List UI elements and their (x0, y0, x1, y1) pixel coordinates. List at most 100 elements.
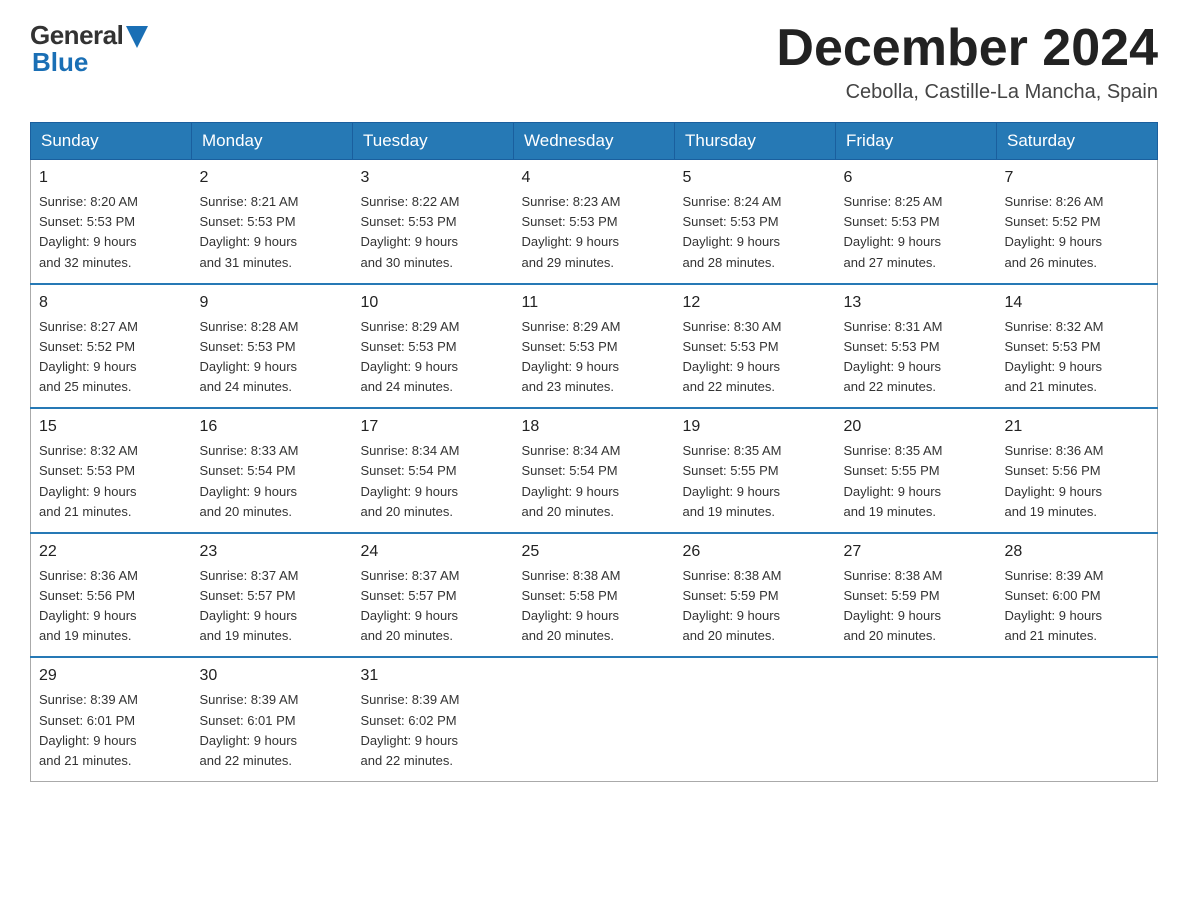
day-info: Sunrise: 8:38 AMSunset: 5:59 PMDaylight:… (844, 566, 989, 647)
day-number: 28 (1005, 540, 1150, 564)
day-number: 7 (1005, 166, 1150, 190)
day-info: Sunrise: 8:35 AMSunset: 5:55 PMDaylight:… (683, 441, 828, 522)
col-header-thursday: Thursday (675, 123, 836, 160)
day-info: Sunrise: 8:36 AMSunset: 5:56 PMDaylight:… (1005, 441, 1150, 522)
calendar-cell: 8Sunrise: 8:27 AMSunset: 5:52 PMDaylight… (31, 284, 192, 409)
col-header-friday: Friday (836, 123, 997, 160)
day-info: Sunrise: 8:34 AMSunset: 5:54 PMDaylight:… (522, 441, 667, 522)
calendar-cell: 26Sunrise: 8:38 AMSunset: 5:59 PMDayligh… (675, 533, 836, 658)
calendar-cell (836, 657, 997, 781)
day-number: 19 (683, 415, 828, 439)
calendar-cell: 19Sunrise: 8:35 AMSunset: 5:55 PMDayligh… (675, 408, 836, 533)
day-number: 10 (361, 291, 506, 315)
day-number: 3 (361, 166, 506, 190)
col-header-sunday: Sunday (31, 123, 192, 160)
day-info: Sunrise: 8:34 AMSunset: 5:54 PMDaylight:… (361, 441, 506, 522)
calendar-cell: 9Sunrise: 8:28 AMSunset: 5:53 PMDaylight… (192, 284, 353, 409)
calendar-cell: 12Sunrise: 8:30 AMSunset: 5:53 PMDayligh… (675, 284, 836, 409)
logo-blue-text: Blue (32, 47, 88, 78)
calendar-cell: 3Sunrise: 8:22 AMSunset: 5:53 PMDaylight… (353, 160, 514, 284)
col-header-monday: Monday (192, 123, 353, 160)
calendar-cell: 24Sunrise: 8:37 AMSunset: 5:57 PMDayligh… (353, 533, 514, 658)
day-number: 25 (522, 540, 667, 564)
day-number: 1 (39, 166, 184, 190)
day-number: 15 (39, 415, 184, 439)
day-info: Sunrise: 8:39 AMSunset: 6:01 PMDaylight:… (200, 690, 345, 771)
day-info: Sunrise: 8:39 AMSunset: 6:01 PMDaylight:… (39, 690, 184, 771)
day-info: Sunrise: 8:37 AMSunset: 5:57 PMDaylight:… (200, 566, 345, 647)
day-number: 27 (844, 540, 989, 564)
calendar-cell: 11Sunrise: 8:29 AMSunset: 5:53 PMDayligh… (514, 284, 675, 409)
calendar-week-row: 22Sunrise: 8:36 AMSunset: 5:56 PMDayligh… (31, 533, 1158, 658)
logo: General Blue (30, 20, 148, 78)
col-header-wednesday: Wednesday (514, 123, 675, 160)
calendar-cell: 30Sunrise: 8:39 AMSunset: 6:01 PMDayligh… (192, 657, 353, 781)
day-info: Sunrise: 8:38 AMSunset: 5:58 PMDaylight:… (522, 566, 667, 647)
calendar-cell: 5Sunrise: 8:24 AMSunset: 5:53 PMDaylight… (675, 160, 836, 284)
day-number: 24 (361, 540, 506, 564)
calendar-week-row: 1Sunrise: 8:20 AMSunset: 5:53 PMDaylight… (31, 160, 1158, 284)
day-number: 13 (844, 291, 989, 315)
day-info: Sunrise: 8:39 AMSunset: 6:02 PMDaylight:… (361, 690, 506, 771)
day-number: 2 (200, 166, 345, 190)
day-number: 6 (844, 166, 989, 190)
day-number: 12 (683, 291, 828, 315)
calendar-cell (514, 657, 675, 781)
day-info: Sunrise: 8:21 AMSunset: 5:53 PMDaylight:… (200, 192, 345, 273)
calendar-cell: 18Sunrise: 8:34 AMSunset: 5:54 PMDayligh… (514, 408, 675, 533)
col-header-tuesday: Tuesday (353, 123, 514, 160)
day-number: 4 (522, 166, 667, 190)
day-info: Sunrise: 8:29 AMSunset: 5:53 PMDaylight:… (361, 317, 506, 398)
calendar-cell: 28Sunrise: 8:39 AMSunset: 6:00 PMDayligh… (997, 533, 1158, 658)
day-number: 14 (1005, 291, 1150, 315)
day-info: Sunrise: 8:39 AMSunset: 6:00 PMDaylight:… (1005, 566, 1150, 647)
day-info: Sunrise: 8:20 AMSunset: 5:53 PMDaylight:… (39, 192, 184, 273)
calendar-cell: 23Sunrise: 8:37 AMSunset: 5:57 PMDayligh… (192, 533, 353, 658)
calendar-cell: 31Sunrise: 8:39 AMSunset: 6:02 PMDayligh… (353, 657, 514, 781)
month-year-title: December 2024 (776, 20, 1158, 77)
location-subtitle: Cebolla, Castille-La Mancha, Spain (776, 81, 1158, 104)
day-number: 18 (522, 415, 667, 439)
calendar-cell: 17Sunrise: 8:34 AMSunset: 5:54 PMDayligh… (353, 408, 514, 533)
calendar-cell: 20Sunrise: 8:35 AMSunset: 5:55 PMDayligh… (836, 408, 997, 533)
calendar-cell: 14Sunrise: 8:32 AMSunset: 5:53 PMDayligh… (997, 284, 1158, 409)
day-info: Sunrise: 8:38 AMSunset: 5:59 PMDaylight:… (683, 566, 828, 647)
calendar-cell: 16Sunrise: 8:33 AMSunset: 5:54 PMDayligh… (192, 408, 353, 533)
calendar-cell: 13Sunrise: 8:31 AMSunset: 5:53 PMDayligh… (836, 284, 997, 409)
day-number: 29 (39, 664, 184, 688)
logo-triangle-icon (126, 26, 148, 48)
calendar-cell: 15Sunrise: 8:32 AMSunset: 5:53 PMDayligh… (31, 408, 192, 533)
calendar-week-row: 8Sunrise: 8:27 AMSunset: 5:52 PMDaylight… (31, 284, 1158, 409)
day-info: Sunrise: 8:32 AMSunset: 5:53 PMDaylight:… (39, 441, 184, 522)
title-block: December 2024 Cebolla, Castille-La Manch… (776, 20, 1158, 104)
day-number: 26 (683, 540, 828, 564)
day-info: Sunrise: 8:26 AMSunset: 5:52 PMDaylight:… (1005, 192, 1150, 273)
day-number: 8 (39, 291, 184, 315)
day-info: Sunrise: 8:25 AMSunset: 5:53 PMDaylight:… (844, 192, 989, 273)
day-info: Sunrise: 8:23 AMSunset: 5:53 PMDaylight:… (522, 192, 667, 273)
day-info: Sunrise: 8:28 AMSunset: 5:53 PMDaylight:… (200, 317, 345, 398)
calendar-cell (675, 657, 836, 781)
day-info: Sunrise: 8:27 AMSunset: 5:52 PMDaylight:… (39, 317, 184, 398)
calendar-week-row: 29Sunrise: 8:39 AMSunset: 6:01 PMDayligh… (31, 657, 1158, 781)
day-info: Sunrise: 8:33 AMSunset: 5:54 PMDaylight:… (200, 441, 345, 522)
day-number: 11 (522, 291, 667, 315)
day-info: Sunrise: 8:32 AMSunset: 5:53 PMDaylight:… (1005, 317, 1150, 398)
calendar-week-row: 15Sunrise: 8:32 AMSunset: 5:53 PMDayligh… (31, 408, 1158, 533)
day-info: Sunrise: 8:30 AMSunset: 5:53 PMDaylight:… (683, 317, 828, 398)
day-number: 9 (200, 291, 345, 315)
calendar-cell (997, 657, 1158, 781)
day-info: Sunrise: 8:22 AMSunset: 5:53 PMDaylight:… (361, 192, 506, 273)
calendar-cell: 27Sunrise: 8:38 AMSunset: 5:59 PMDayligh… (836, 533, 997, 658)
calendar-cell: 6Sunrise: 8:25 AMSunset: 5:53 PMDaylight… (836, 160, 997, 284)
calendar-cell: 21Sunrise: 8:36 AMSunset: 5:56 PMDayligh… (997, 408, 1158, 533)
calendar-cell: 22Sunrise: 8:36 AMSunset: 5:56 PMDayligh… (31, 533, 192, 658)
day-number: 5 (683, 166, 828, 190)
calendar-cell: 1Sunrise: 8:20 AMSunset: 5:53 PMDaylight… (31, 160, 192, 284)
calendar-cell: 10Sunrise: 8:29 AMSunset: 5:53 PMDayligh… (353, 284, 514, 409)
day-number: 23 (200, 540, 345, 564)
calendar-table: SundayMondayTuesdayWednesdayThursdayFrid… (30, 122, 1158, 782)
calendar-cell: 4Sunrise: 8:23 AMSunset: 5:53 PMDaylight… (514, 160, 675, 284)
calendar-cell: 7Sunrise: 8:26 AMSunset: 5:52 PMDaylight… (997, 160, 1158, 284)
calendar-cell: 29Sunrise: 8:39 AMSunset: 6:01 PMDayligh… (31, 657, 192, 781)
